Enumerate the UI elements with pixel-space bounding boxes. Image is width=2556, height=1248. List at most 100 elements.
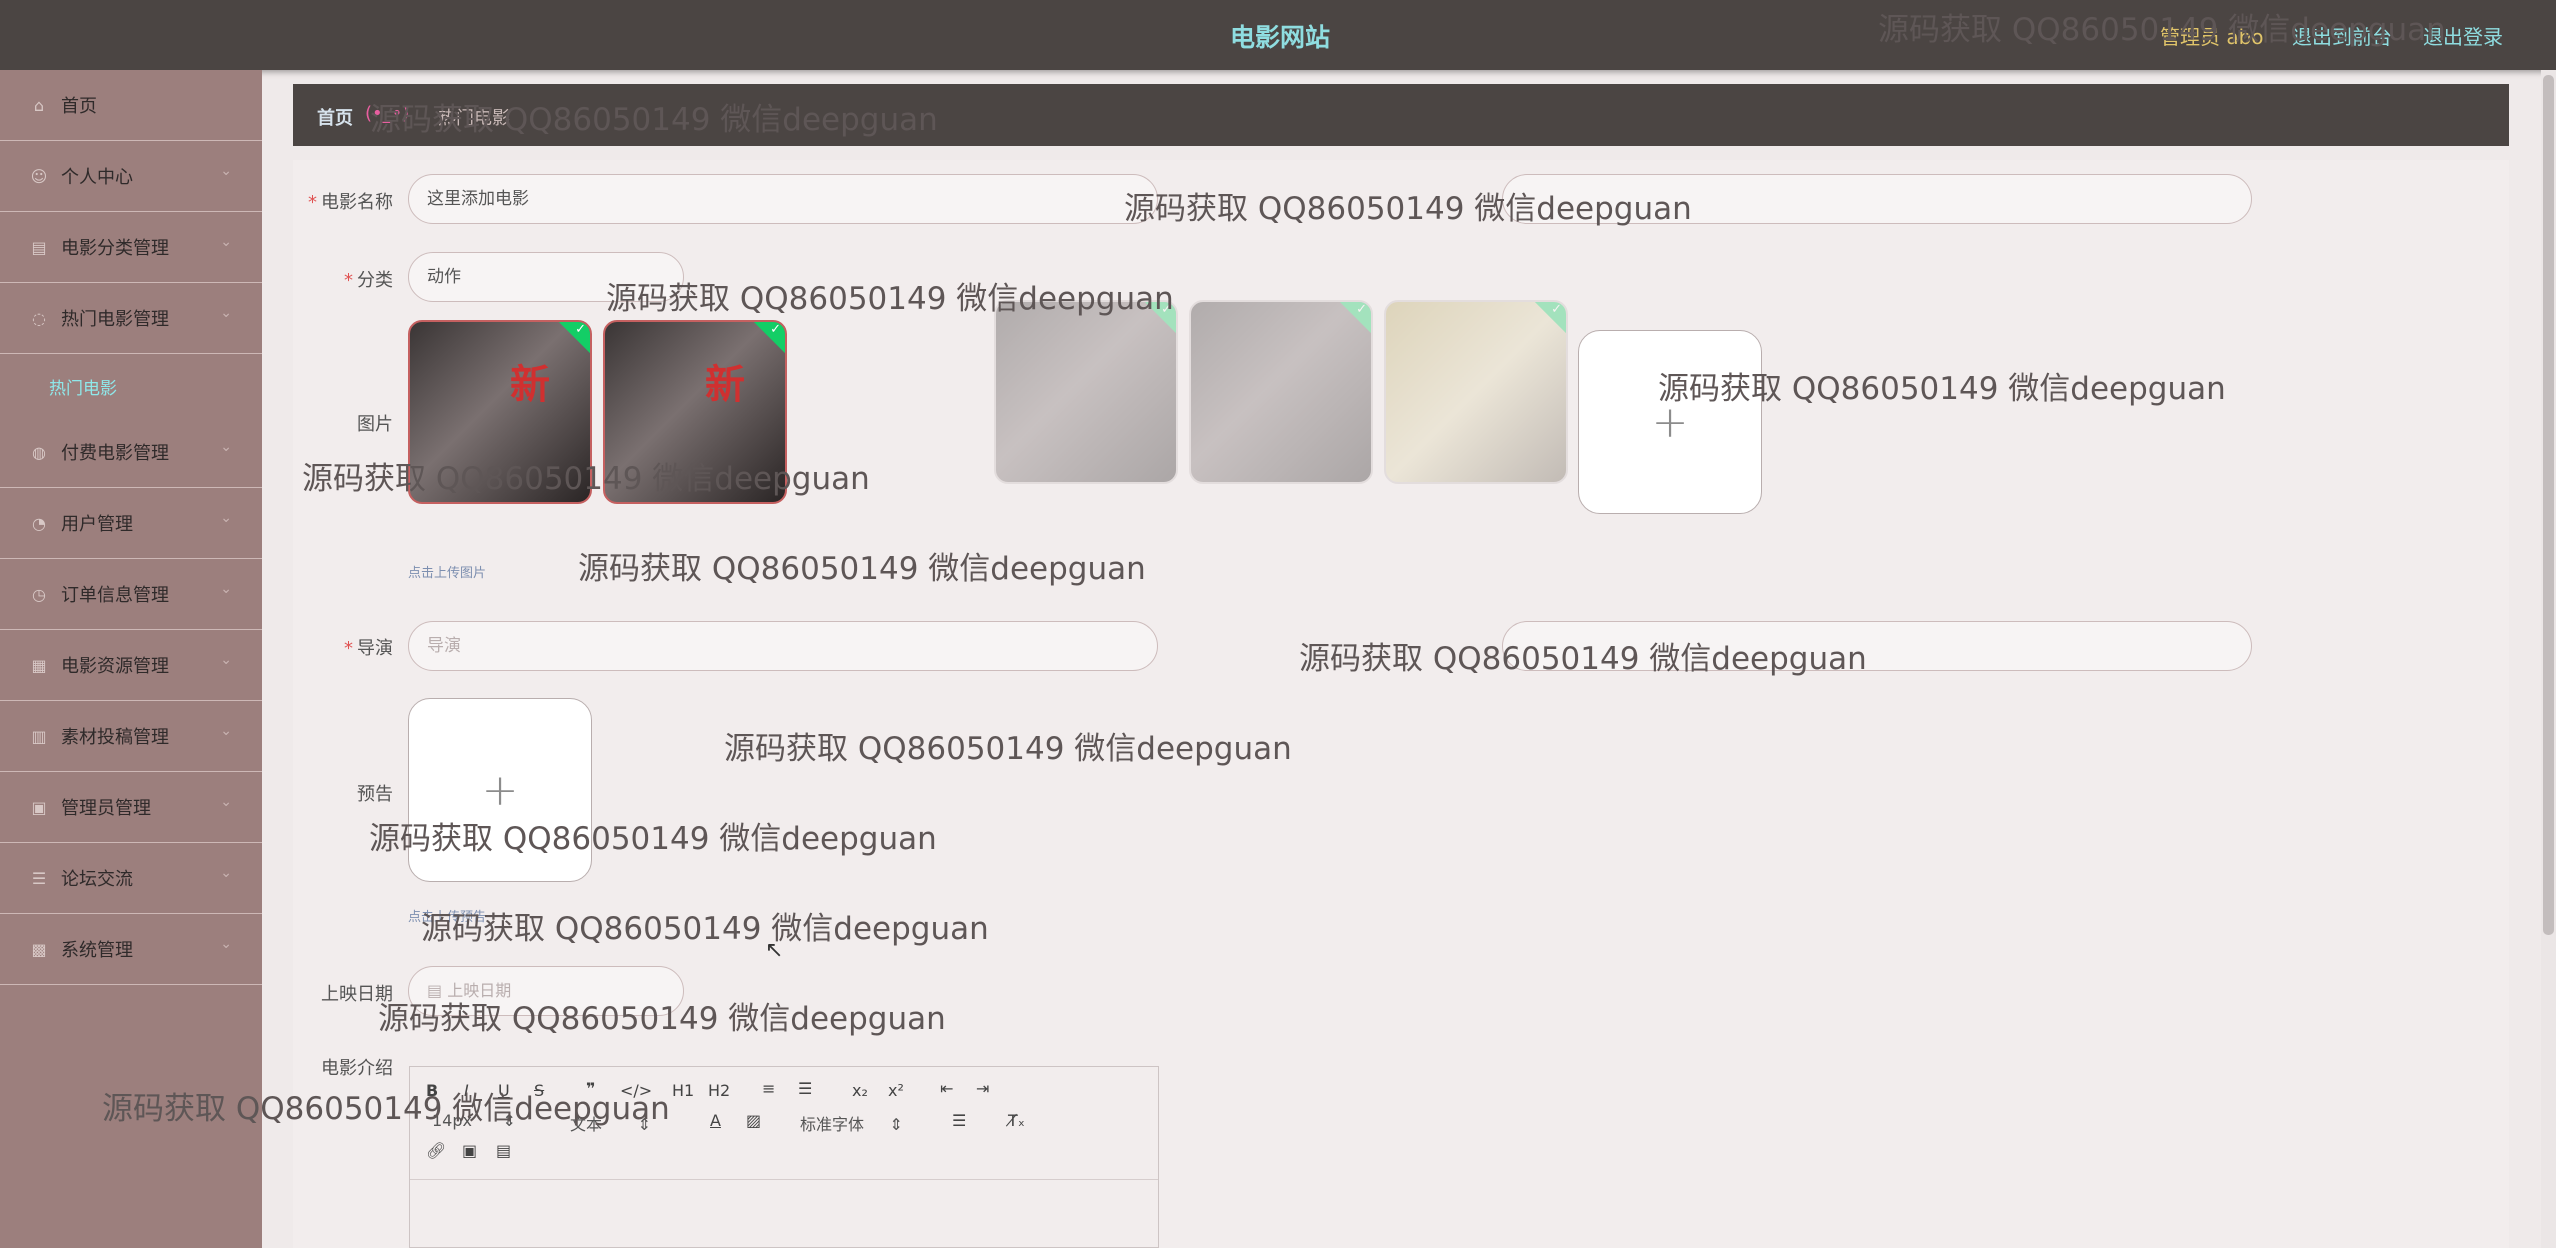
right-field-input[interactable] — [1502, 174, 2252, 224]
user-role: 管理员 abo — [2160, 25, 2264, 49]
code-icon[interactable]: </> — [620, 1081, 652, 1100]
image-icon[interactable]: ▣ — [462, 1141, 477, 1160]
uploaded-image-2[interactable]: 新 ✓ — [603, 320, 787, 504]
mouse-cursor-icon: ↖ — [765, 938, 784, 963]
plus-icon: + — [1651, 397, 1689, 448]
category-label: * 分类 — [344, 270, 393, 291]
chevron-down-icon: ⌄ — [220, 652, 232, 668]
sidebar-item-label: 用户管理 — [61, 514, 133, 535]
chevron-down-icon: ⌄ — [220, 865, 232, 881]
sidebar-item-label: 论坛交流 — [61, 869, 133, 890]
chevron-down-icon: ⌄ — [220, 794, 232, 810]
sidebar-item-2[interactable]: ☺ 个人中心 ⌄ — [0, 141, 262, 212]
category-select[interactable]: 动作 — [408, 252, 684, 302]
director-input[interactable]: 导演 — [408, 621, 1158, 671]
clear-format-icon[interactable]: T̸ₓ — [1008, 1111, 1025, 1130]
breadcrumb-separator: (•_•) — [365, 103, 410, 124]
uploaded-image-ghost-2: ✓ — [1189, 300, 1373, 484]
upload-icon: ▥ — [31, 727, 47, 746]
sidebar-item-9[interactable]: ▥ 素材投稿管理 ⌄ — [0, 701, 262, 772]
uploaded-image-1[interactable]: 新 ✓ — [408, 320, 592, 504]
order-icon: ◷ — [32, 585, 46, 604]
sidebar-item-label: 订单信息管理 — [61, 585, 169, 606]
bold-icon[interactable]: B — [426, 1081, 438, 1100]
back-to-frontend-link[interactable]: 退出到前台 — [2292, 21, 2392, 50]
trailer-upload-button[interactable]: + — [408, 698, 592, 882]
underline-icon[interactable]: U — [498, 1081, 510, 1100]
director-label: * 导演 — [344, 638, 393, 659]
user-icon: ☺ — [30, 167, 48, 186]
font-color-icon[interactable]: A — [710, 1111, 721, 1130]
sidebar-item-8[interactable]: ▦ 电影资源管理 ⌄ — [0, 630, 262, 701]
sidebar-item-label: 素材投稿管理 — [61, 727, 169, 748]
release-date-input[interactable]: ▤ 上映日期 — [408, 966, 684, 1016]
chevron-down-icon: ⌄ — [220, 936, 232, 952]
fire-icon: ◌ — [32, 309, 46, 328]
right-field-input-2[interactable] — [1502, 621, 2252, 671]
align-icon[interactable]: ☰ — [952, 1111, 966, 1130]
font-size-select[interactable]: 14px ⇕ — [432, 1111, 516, 1130]
subscript-icon[interactable]: x₂ — [852, 1081, 868, 1100]
outdent-icon[interactable]: ⇤ — [940, 1079, 953, 1098]
trailer-upload-tip: 点击上传预告 — [408, 910, 487, 925]
sidebar-item-12[interactable]: ▩ 系统管理 ⌄ — [0, 914, 262, 985]
italic-icon[interactable]: I — [464, 1081, 469, 1100]
chevron-down-icon: ⌄ — [220, 723, 232, 739]
scrollbar-thumb[interactable] — [2543, 75, 2554, 935]
logout-link[interactable]: 退出登录 — [2423, 21, 2503, 50]
pay-icon: ◍ — [32, 443, 46, 462]
admin-icon: ▣ — [31, 798, 47, 817]
breadcrumb: 首页 (•_•) 热门电影 — [293, 84, 2509, 146]
sidebar-item-11[interactable]: ☰ 论坛交流 ⌄ — [0, 843, 262, 914]
chevron-down-icon: ⌄ — [220, 510, 232, 526]
chevron-down-icon: ⌄ — [220, 305, 232, 321]
sidebar-item-1[interactable]: ⌂ 首页 — [0, 70, 262, 141]
trailer-label: 预告 — [357, 784, 393, 805]
rich-text-editor[interactable]: B I U S ❞ </> H1 H2 ≡ ☰ x₂ x² ⇤ ⇥ 14px ⇕… — [409, 1066, 1159, 1248]
sidebar-item-5[interactable]: ◍ 付费电影管理 ⌄ — [0, 417, 262, 488]
uploaded-image-ghost-1: ✓ — [994, 300, 1178, 484]
image-label: 图片 — [357, 414, 393, 435]
sidebar-item-4[interactable]: ◌ 热门电影管理 ⌄ — [0, 283, 262, 354]
movie-name-input[interactable]: 这里添加电影 — [408, 174, 1158, 224]
image-upload-button[interactable]: + — [1578, 330, 1762, 514]
sidebar-item-3[interactable]: ▤ 电影分类管理 ⌄ — [0, 212, 262, 283]
h2-button[interactable]: H2 — [708, 1081, 730, 1100]
chevron-down-icon: ⌄ — [220, 439, 232, 455]
quote-icon[interactable]: ❞ — [586, 1079, 595, 1098]
text-style-select[interactable]: 文本 ⇕ — [570, 1111, 651, 1135]
link-icon[interactable]: 🔗︎ — [426, 1141, 446, 1160]
sidebar-item-label: 管理员管理 — [61, 798, 151, 819]
calendar-icon: ▤ — [427, 981, 448, 1000]
uploaded-image-ghost-3: ✓ — [1384, 300, 1568, 484]
breadcrumb-home[interactable]: 首页 — [317, 104, 353, 130]
sidebar-item-6[interactable]: ◔ 用户管理 ⌄ — [0, 488, 262, 559]
sidebar-item-7[interactable]: ◷ 订单信息管理 ⌄ — [0, 559, 262, 630]
h1-button[interactable]: H1 — [672, 1081, 694, 1100]
sidebar-subitem-hot-movies[interactable]: 热门电影 — [49, 374, 117, 399]
video-icon[interactable]: ▤ — [496, 1141, 511, 1160]
indent-icon[interactable]: ⇥ — [976, 1079, 989, 1098]
sidebar-item-10[interactable]: ▣ 管理员管理 ⌄ — [0, 772, 262, 843]
film-icon: ▦ — [31, 656, 47, 675]
breadcrumb-current: 热门电影 — [438, 108, 510, 129]
bullet-list-icon[interactable]: ☰ — [798, 1079, 812, 1098]
name-label: * 电影名称 — [308, 192, 393, 213]
site-title: 电影网站 — [1230, 23, 1331, 52]
plus-icon: + — [481, 765, 519, 816]
home-icon: ⌂ — [33, 96, 45, 115]
sidebar-item-label: 首页 — [61, 96, 97, 117]
sidebar-item-label: 付费电影管理 — [61, 443, 169, 464]
sidebar-item-label: 系统管理 — [61, 940, 133, 961]
background-color-icon[interactable]: ▨ — [746, 1111, 761, 1130]
editor-toolbar-divider — [410, 1179, 1158, 1180]
sidebar-item-label: 电影分类管理 — [61, 238, 169, 259]
superscript-icon[interactable]: x² — [888, 1081, 904, 1100]
forum-icon: ☰ — [31, 869, 47, 888]
users-icon: ◔ — [32, 514, 46, 533]
sidebar-item-label: 电影资源管理 — [61, 656, 169, 677]
chevron-down-icon: ⌄ — [220, 234, 232, 250]
font-family-select[interactable]: 标准字体 ⇕ — [800, 1111, 903, 1135]
ordered-list-icon[interactable]: ≡ — [762, 1079, 775, 1098]
strike-icon[interactable]: S — [534, 1081, 544, 1100]
